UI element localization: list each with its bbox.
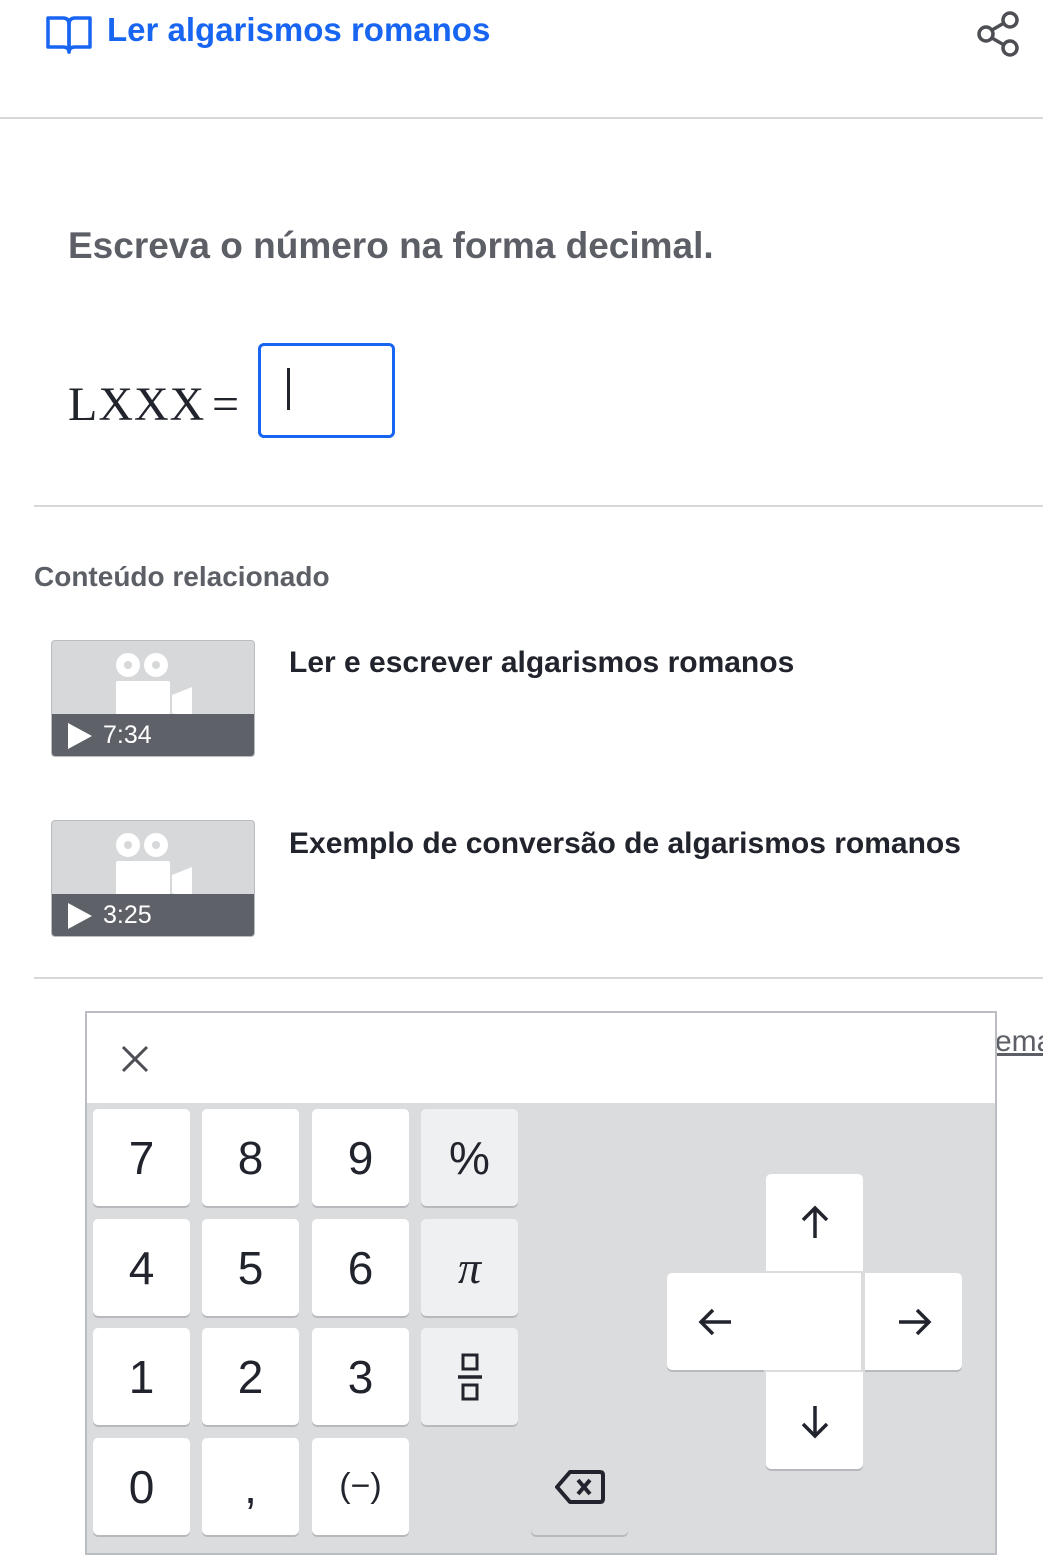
key-5[interactable]: 5 — [202, 1219, 299, 1316]
key-9[interactable]: 9 — [312, 1109, 409, 1206]
video-thumbnail[interactable]: 7:34 — [51, 640, 255, 757]
question-divider — [34, 505, 1043, 507]
backspace-icon — [554, 1469, 605, 1504]
video-camera-icon — [116, 653, 192, 721]
key-8[interactable]: 8 — [202, 1109, 299, 1206]
share-icon[interactable] — [972, 6, 1026, 60]
related-divider — [34, 977, 1043, 979]
math-keypad: 7 8 9 % 4 5 6 π 1 2 3 0 , (−) — [85, 1011, 997, 1555]
arrow-right-icon — [898, 1308, 931, 1335]
key-7[interactable]: 7 — [93, 1109, 190, 1206]
roman-numeral: LXXX — [68, 378, 206, 431]
fraction-icon — [457, 1353, 482, 1400]
key-0[interactable]: 0 — [93, 1438, 190, 1535]
video-thumbnail[interactable]: 3:25 — [51, 820, 255, 937]
video-title-link[interactable]: Ler e escrever algarismos romanos — [289, 644, 794, 682]
key-arrow-down[interactable] — [766, 1372, 863, 1469]
key-negative[interactable]: (−) — [312, 1438, 409, 1535]
video-title-link[interactable]: Exemplo de conversão de algarismos roman… — [289, 825, 961, 863]
header-divider — [0, 117, 1043, 119]
key-fraction[interactable] — [421, 1328, 518, 1425]
key-percent[interactable]: % — [421, 1109, 518, 1206]
key-6[interactable]: 6 — [312, 1219, 409, 1316]
book-open-icon — [46, 16, 92, 54]
video-duration: 7:34 — [103, 721, 152, 749]
arrow-up-icon — [801, 1205, 828, 1238]
key-comma[interactable]: , — [202, 1438, 299, 1535]
key-backspace[interactable] — [531, 1438, 628, 1535]
answer-input[interactable] — [258, 343, 395, 438]
equals-sign: = — [212, 378, 240, 431]
key-2[interactable]: 2 — [202, 1328, 299, 1425]
page-title[interactable]: Ler algarismos romanos — [107, 8, 490, 52]
key-arrow-left[interactable] — [667, 1273, 764, 1370]
key-arrow-right[interactable] — [865, 1273, 962, 1370]
key-4[interactable]: 4 — [93, 1219, 190, 1316]
report-problem-link[interactable]: ema — [995, 1022, 1043, 1062]
key-1[interactable]: 1 — [93, 1328, 190, 1425]
play-icon — [68, 723, 92, 749]
play-icon — [68, 903, 92, 929]
video-duration-bar: 3:25 — [52, 894, 254, 936]
key-arrow-up[interactable] — [766, 1174, 863, 1271]
close-icon[interactable] — [115, 1039, 155, 1079]
question-prompt: Escreva o número na forma decimal. — [68, 225, 714, 266]
related-content-heading: Conteúdo relacionado — [34, 561, 330, 592]
video-duration: 3:25 — [103, 901, 152, 929]
key-pi[interactable]: π — [421, 1219, 518, 1316]
video-duration-bar: 7:34 — [52, 714, 254, 756]
arrow-center-pad — [764, 1273, 861, 1370]
arrow-left-icon — [698, 1308, 731, 1335]
arrow-down-icon — [801, 1405, 828, 1438]
key-3[interactable]: 3 — [312, 1328, 409, 1425]
video-camera-icon — [116, 833, 192, 901]
keypad-header — [87, 1013, 995, 1103]
text-caret — [287, 368, 290, 410]
keypad-keys: 7 8 9 % 4 5 6 π 1 2 3 0 , (−) — [87, 1103, 995, 1553]
